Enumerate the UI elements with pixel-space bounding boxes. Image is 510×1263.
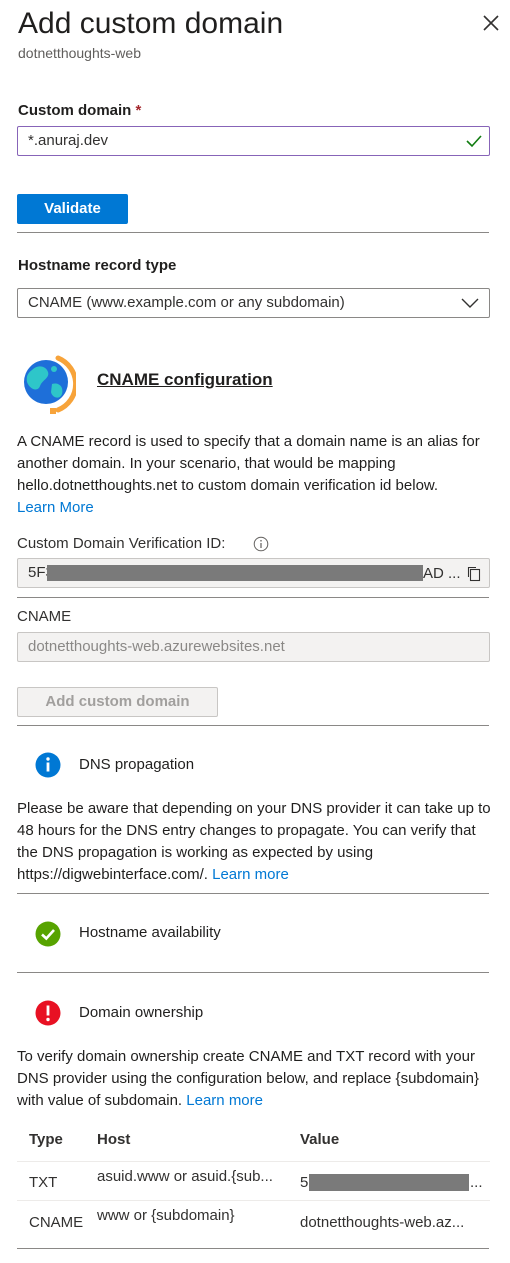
info-icon[interactable] bbox=[253, 536, 269, 552]
divider bbox=[17, 725, 489, 726]
hostname-record-selected: CNAME (www.example.com or any subdomain) bbox=[28, 294, 345, 311]
cname-value: dotnetthoughts-web.azurewebsites.net bbox=[28, 638, 285, 655]
required-marker: * bbox=[135, 102, 142, 119]
cname-description: A CNAME record is used to specify that a… bbox=[17, 431, 491, 519]
globe-icon bbox=[24, 355, 76, 414]
row-value-suffix: ... bbox=[470, 1174, 483, 1191]
custom-domain-label-text: Custom domain bbox=[18, 102, 132, 119]
divider bbox=[17, 232, 489, 233]
cname-learn-more-link[interactable]: Learn More bbox=[17, 499, 94, 516]
row-value: 5 bbox=[300, 1174, 309, 1191]
verification-id-suffix: AD ... bbox=[423, 565, 461, 582]
chevron-down-icon bbox=[461, 298, 479, 308]
ownership-learn-more-link[interactable]: Learn more bbox=[186, 1092, 263, 1109]
cname-value-field: dotnetthoughts-web.azurewebsites.net bbox=[17, 632, 490, 662]
domain-ownership-text: To verify domain ownership create CNAME … bbox=[17, 1046, 491, 1112]
records-table: Type Host Value TXT asuid.www or asuid.{… bbox=[17, 1122, 490, 1231]
column-header-value: Value bbox=[300, 1131, 340, 1148]
dns-learn-more-link[interactable]: Learn more bbox=[212, 866, 289, 883]
column-header-type: Type bbox=[29, 1131, 63, 1148]
row-value: dotnetthoughts-web.az... bbox=[300, 1214, 465, 1231]
cname-description-text: A CNAME record is used to specify that a… bbox=[17, 433, 480, 494]
dns-propagation-text: Please be aware that depending on your D… bbox=[17, 798, 491, 886]
panel-title: Add custom domain bbox=[18, 7, 284, 40]
cname-label: CNAME bbox=[17, 608, 72, 625]
check-circle-icon bbox=[35, 921, 61, 947]
table-row: TXT asuid.www or asuid.{sub... 5 ... bbox=[17, 1162, 490, 1201]
row-host: asuid.www or asuid.{sub... bbox=[97, 1168, 273, 1185]
close-icon[interactable] bbox=[480, 12, 502, 34]
cname-config-heading[interactable]: CNAME configuration bbox=[97, 370, 273, 390]
verification-id-label: Custom Domain Verification ID: bbox=[17, 535, 226, 552]
hostname-record-select[interactable]: CNAME (www.example.com or any subdomain) bbox=[17, 288, 490, 318]
error-circle-icon bbox=[35, 1000, 61, 1026]
divider bbox=[17, 1248, 489, 1249]
hostname-record-label: Hostname record type bbox=[18, 257, 177, 274]
table-row: CNAME www or {subdomain} dotnetthoughts-… bbox=[17, 1201, 490, 1243]
custom-domain-value: *.anuraj.dev bbox=[28, 132, 109, 149]
divider bbox=[17, 597, 489, 598]
add-custom-domain-button[interactable]: Add custom domain bbox=[17, 687, 218, 717]
checkmark-icon bbox=[466, 135, 482, 148]
domain-ownership-title: Domain ownership bbox=[79, 1004, 204, 1021]
copy-icon[interactable] bbox=[466, 565, 482, 582]
custom-domain-input[interactable]: *.anuraj.dev bbox=[17, 126, 490, 156]
validate-button[interactable]: Validate bbox=[17, 194, 128, 224]
divider bbox=[17, 972, 489, 973]
redaction-bar bbox=[47, 565, 423, 581]
table-header: Type Host Value bbox=[17, 1122, 490, 1162]
row-type: TXT bbox=[29, 1174, 58, 1191]
custom-domain-label: Custom domain * bbox=[18, 102, 141, 119]
panel-subtitle: dotnetthoughts-web bbox=[18, 45, 141, 61]
hostname-availability-title: Hostname availability bbox=[79, 924, 221, 941]
info-circle-icon bbox=[35, 752, 61, 778]
dns-propagation-title: DNS propagation bbox=[79, 756, 195, 773]
row-type: CNAME bbox=[29, 1214, 84, 1231]
column-header-host: Host bbox=[97, 1131, 131, 1148]
divider bbox=[17, 893, 489, 894]
row-host: www or {subdomain} bbox=[97, 1207, 235, 1224]
redaction-bar bbox=[309, 1174, 469, 1191]
